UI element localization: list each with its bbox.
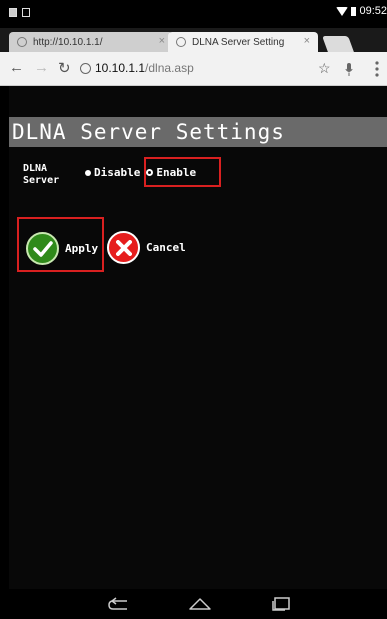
new-tab-button[interactable]: [322, 36, 354, 52]
dlna-server-label: DLNA Server: [23, 163, 59, 187]
globe-icon: [17, 37, 27, 47]
recents-nav-icon[interactable]: [271, 597, 291, 611]
battery-icon: [351, 6, 357, 16]
apply-button[interactable]: Apply: [26, 232, 98, 265]
radio-button-icon[interactable]: [85, 169, 91, 176]
url-field[interactable]: 10.10.1.1/dlna.asp: [95, 61, 194, 75]
close-icon[interactable]: ×: [304, 35, 310, 47]
tab-dlna-server-setting[interactable]: DLNA Server Setting ×: [168, 32, 318, 52]
tab-home-label: http://10.10.1.1/: [33, 36, 103, 48]
status-bar: 09:52: [0, 0, 387, 28]
radio-disable[interactable]: Disable: [85, 166, 140, 179]
cancel-x-icon[interactable]: [107, 231, 140, 264]
tab-home[interactable]: http://10.10.1.1/ ×: [9, 32, 173, 52]
wifi-icon: [336, 6, 349, 16]
tab-strip: http://10.10.1.1/ × DLNA Server Setting …: [0, 28, 387, 52]
screenshot-icon: [22, 8, 30, 17]
enable-highlight-box: [144, 157, 221, 187]
dlna-label-line1: DLNA: [23, 163, 48, 174]
star-icon[interactable]: ☆: [318, 60, 331, 77]
page-title: DLNA Server Settings: [12, 120, 285, 144]
microphone-icon[interactable]: [345, 63, 353, 76]
home-nav-icon[interactable]: [188, 597, 212, 611]
web-content: DLNA Server Settings DLNA Server Disable…: [9, 86, 387, 589]
clock: 09:52: [359, 5, 387, 17]
url-path: /dlna.asp: [145, 61, 194, 75]
checkmark-icon[interactable]: [26, 232, 59, 265]
dlna-label-line2: Server: [23, 175, 60, 186]
forward-arrow-icon[interactable]: →: [34, 59, 49, 76]
site-info-icon[interactable]: [80, 63, 91, 74]
cancel-label: Cancel: [146, 241, 186, 254]
apply-label: Apply: [65, 242, 99, 255]
cancel-button[interactable]: Cancel: [107, 231, 186, 264]
reload-icon[interactable]: ↻: [58, 59, 71, 77]
url-host: 10.10.1.1: [95, 61, 146, 75]
tab-dlna-label: DLNA Server Setting: [192, 36, 285, 48]
android-nav-bar: [0, 589, 387, 619]
close-icon[interactable]: ×: [159, 35, 165, 47]
back-arrow-icon[interactable]: ←: [9, 59, 24, 76]
status-indicators: 09:52: [336, 5, 387, 17]
notification-icon: [9, 8, 17, 17]
radio-disable-label: Disable: [94, 166, 141, 179]
globe-icon: [176, 37, 186, 47]
notification-icons: [9, 8, 30, 17]
menu-dots-icon[interactable]: [375, 61, 379, 77]
address-bar: ← → ↻ 10.10.1.1/dlna.asp ☆: [0, 52, 387, 86]
back-nav-icon[interactable]: [107, 597, 129, 611]
